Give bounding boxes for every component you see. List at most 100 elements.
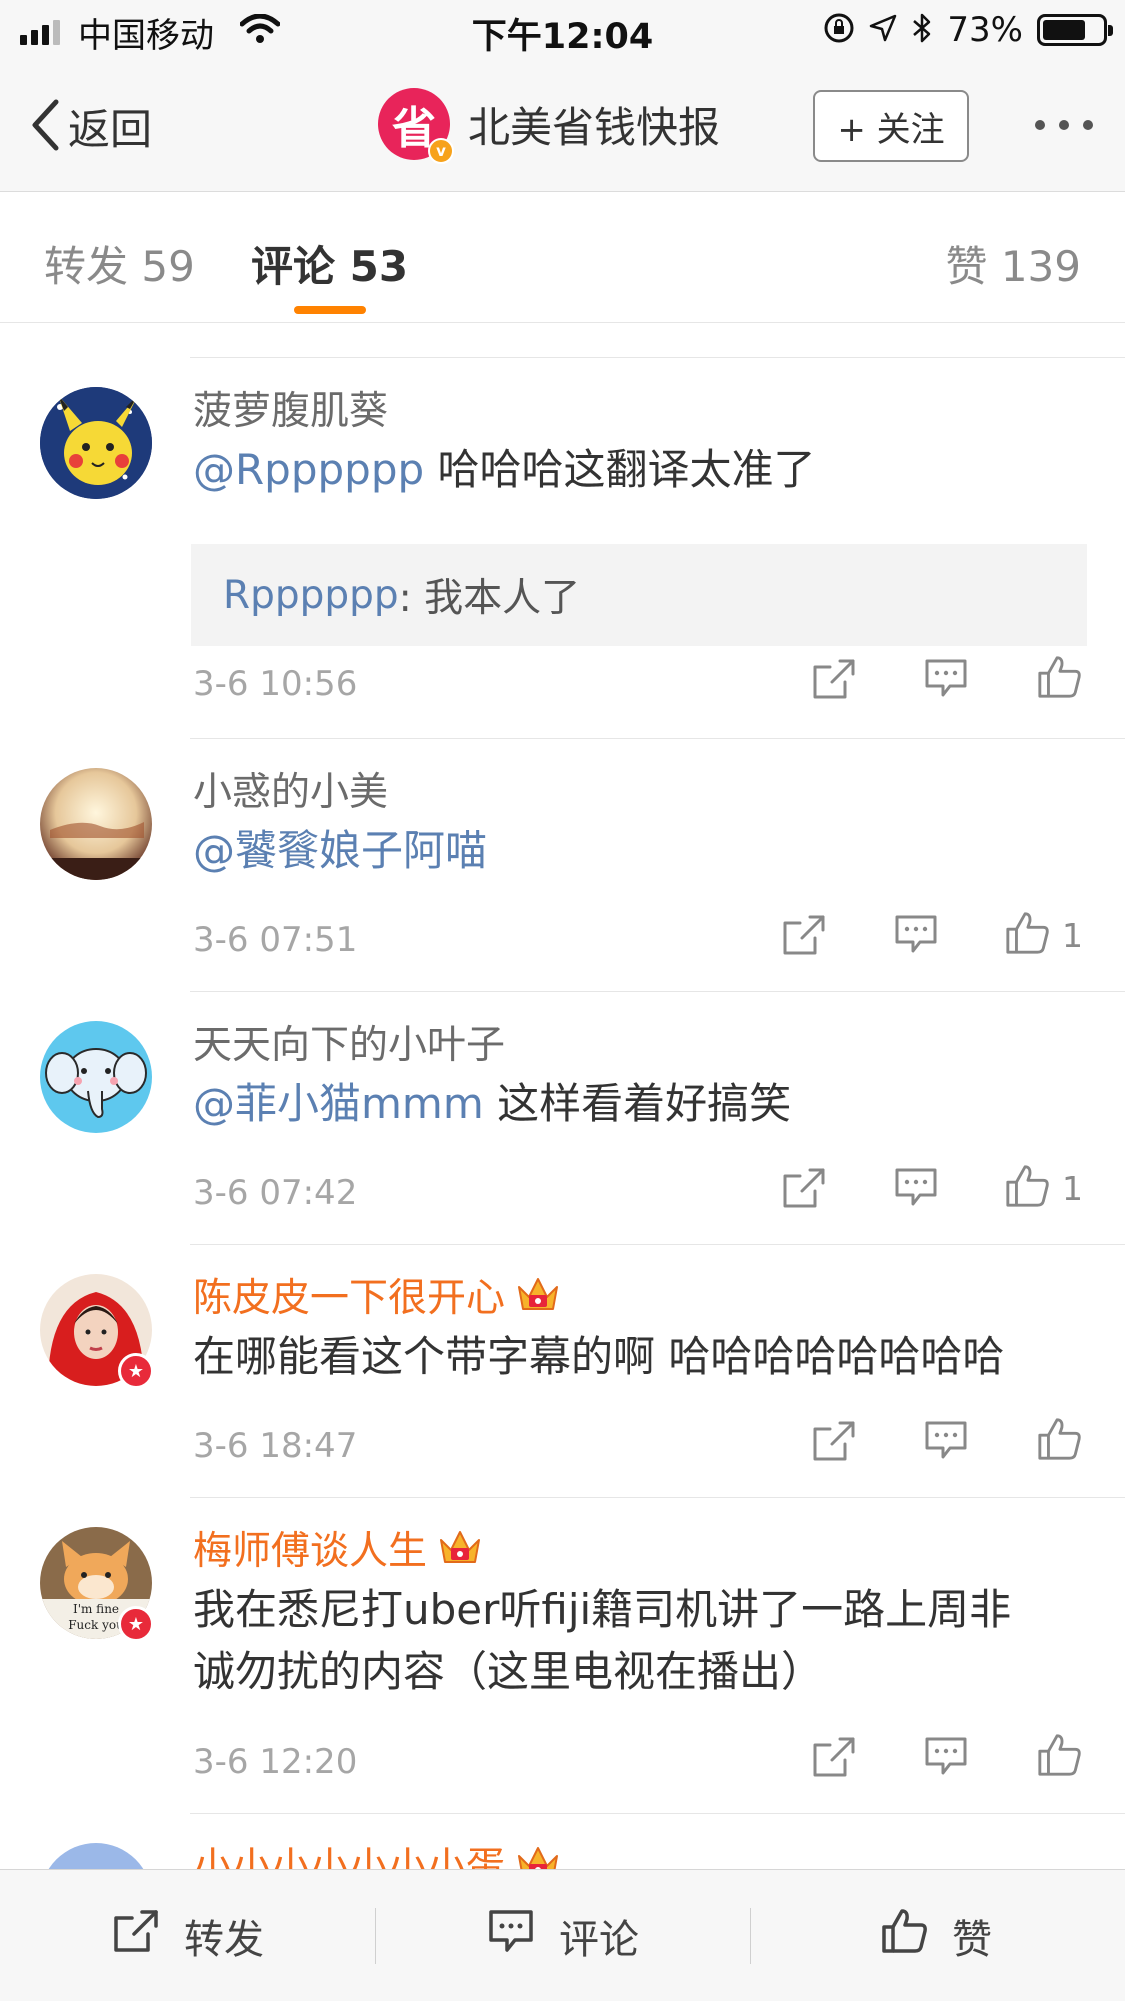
thumbs-up-icon [1036, 1732, 1082, 1782]
comment-time: 3-6 07:51 [193, 920, 358, 960]
comment-author[interactable]: 小小小小小小小蛋 [193, 1836, 561, 1869]
back-button[interactable]: 返回 [30, 96, 152, 157]
like-button[interactable] [1036, 1416, 1094, 1466]
comment-author[interactable]: 小惑的小美 [193, 761, 388, 817]
share-button[interactable] [812, 1736, 856, 1782]
comment-author[interactable]: 天天向下的小叶子 [193, 1014, 505, 1070]
more-icon[interactable] [1035, 120, 1093, 130]
avatar[interactable] [40, 1021, 152, 1133]
bluetooth-icon [911, 12, 933, 48]
share-button[interactable] [812, 1420, 856, 1466]
rotation-lock-icon [823, 12, 855, 48]
share-icon [812, 1420, 856, 1466]
separator [375, 1908, 376, 1964]
separator [750, 1908, 751, 1964]
avatar[interactable] [40, 768, 152, 880]
share-icon [782, 1167, 826, 1213]
status-icons: 73% [823, 10, 1113, 50]
comment-list[interactable]: 菠萝腹肌葵 @Rpppppp 哈哈哈这翻译太准了 Rpppppp: 我本人了 3… [0, 324, 1125, 1869]
chevron-left-icon [30, 99, 60, 155]
vip-badge-icon: ★ [118, 1606, 154, 1642]
comment-item: ★ 陈皮皮一下很开心 在哪能看这个带字幕的啊 哈哈哈哈哈哈哈哈 3-6 18:4… [0, 1245, 1125, 1497]
comment-icon [924, 1420, 968, 1464]
comment-text: 我在悉尼打uber听fiji籍司机讲了一路上周非 诚勿扰的内容（这里电视在播出） [193, 1585, 1012, 1696]
avatar-caption: Fuck you [68, 1618, 124, 1632]
comment-time: 3-6 10:56 [193, 664, 358, 704]
comment-item: 菠萝腹肌葵 @Rpppppp 哈哈哈这翻译太准了 Rpppppp: 我本人了 3… [0, 358, 1125, 704]
reply-button[interactable] [924, 1736, 968, 1780]
comment-item: 小惑的小美 @饕餮娘子阿喵 3-6 07:51 1 [0, 739, 1125, 991]
comment-item: 天天向下的小叶子 @菲小猫mmm 这样看着好搞笑 3-6 07:42 1 [0, 992, 1125, 1244]
comment-time: 3-6 07:42 [193, 1173, 358, 1213]
comment-item: 小小小小小小小蛋 [0, 1814, 1125, 1869]
share-button[interactable] [782, 1167, 826, 1213]
battery-percent: 73% [947, 10, 1023, 50]
status-bar: 中国移动 下午12:04 73% [0, 0, 1125, 62]
vip-badge-icon: ★ [118, 1353, 154, 1389]
tab-bar: 转发 59 评论 53 赞 139 [0, 193, 1125, 323]
like-button[interactable]: 1 [1004, 1163, 1083, 1213]
like-label: 赞 [952, 1917, 992, 1963]
comment-author[interactable]: 陈皮皮一下很开心 [193, 1267, 561, 1323]
mention-link[interactable]: @Rpppppp [193, 445, 424, 494]
thumbs-up-icon [880, 1907, 928, 1965]
tab-repost[interactable]: 转发 59 [44, 233, 195, 294]
like-button[interactable] [1036, 654, 1094, 704]
crown-icon [515, 1275, 561, 1315]
crown-icon [515, 1844, 561, 1869]
reply-button[interactable] [894, 914, 938, 958]
reply-button[interactable] [924, 658, 968, 702]
comment-item: I'm fine Fuck you ★ 梅师傅谈人生 我在悉尼打uber听fij… [0, 1498, 1125, 1813]
navigation-bar: 返回 省 v 北美省钱快报 + 关注 [0, 62, 1125, 192]
tab-likes[interactable]: 赞 139 [945, 233, 1081, 294]
avatar-caption: I'm fine [73, 1602, 119, 1616]
share-button[interactable] [812, 658, 856, 704]
quoted-author[interactable]: Rpppppp [223, 573, 399, 618]
bottom-action-bar: 转发 评论 赞 [0, 1869, 1125, 2001]
comment-author[interactable]: 菠萝腹肌葵 [193, 380, 388, 436]
location-icon [869, 14, 897, 46]
like-button[interactable]: 1 [1004, 910, 1083, 960]
comment-text: @菲小猫mmm 这样看着好搞笑 [193, 1079, 792, 1128]
mention-link[interactable]: @菲小猫mmm [193, 1079, 484, 1128]
avatar[interactable] [40, 387, 152, 499]
quoted-reply[interactable]: Rpppppp: 我本人了 [191, 544, 1087, 646]
avatar[interactable] [40, 1843, 152, 1869]
tab-comments[interactable]: 评论 53 [251, 233, 408, 294]
back-label: 返回 [68, 105, 153, 154]
thumbs-up-icon [1036, 654, 1082, 704]
comment-text: @饕餮娘子阿喵 [193, 820, 1075, 882]
share-icon [812, 1736, 856, 1782]
thumbs-up-icon [1004, 910, 1050, 960]
verified-badge-icon: v [428, 138, 454, 164]
comment-time: 3-6 18:47 [193, 1426, 358, 1466]
comment-icon [487, 1908, 535, 1964]
share-icon [112, 1908, 160, 1964]
share-icon [782, 914, 826, 960]
reply-button[interactable] [924, 1420, 968, 1464]
comment-author[interactable]: 梅师傅谈人生 [193, 1520, 483, 1576]
comment-button[interactable]: 评论 [487, 1870, 639, 2001]
share-button[interactable] [782, 914, 826, 960]
active-tab-indicator [294, 306, 366, 314]
repost-label: 转发 [184, 1917, 264, 1963]
comment-icon [894, 1167, 938, 1211]
repost-button[interactable]: 转发 [112, 1870, 264, 2001]
comment-text: @Rpppppp 哈哈哈这翻译太准了 [193, 445, 816, 494]
comment-icon [924, 658, 968, 702]
comment-label: 评论 [559, 1917, 639, 1963]
battery-icon [1037, 14, 1113, 46]
reply-button[interactable] [894, 1167, 938, 1211]
crown-icon [437, 1528, 483, 1568]
like-button[interactable]: 赞 [880, 1870, 992, 2001]
share-icon [812, 658, 856, 704]
account-header[interactable]: 省 v 北美省钱快报 [378, 88, 721, 164]
comment-icon [924, 1736, 968, 1780]
account-avatar: 省 v [378, 88, 454, 164]
like-button[interactable] [1036, 1732, 1094, 1782]
comment-text: 在哪能看这个带字幕的啊 哈哈哈哈哈哈哈哈 [193, 1332, 1005, 1381]
mention-link[interactable]: @饕餮娘子阿喵 [193, 826, 487, 875]
thumbs-up-icon [1004, 1163, 1050, 1213]
follow-button[interactable]: + 关注 [813, 90, 969, 162]
account-name: 北美省钱快报 [468, 102, 721, 152]
